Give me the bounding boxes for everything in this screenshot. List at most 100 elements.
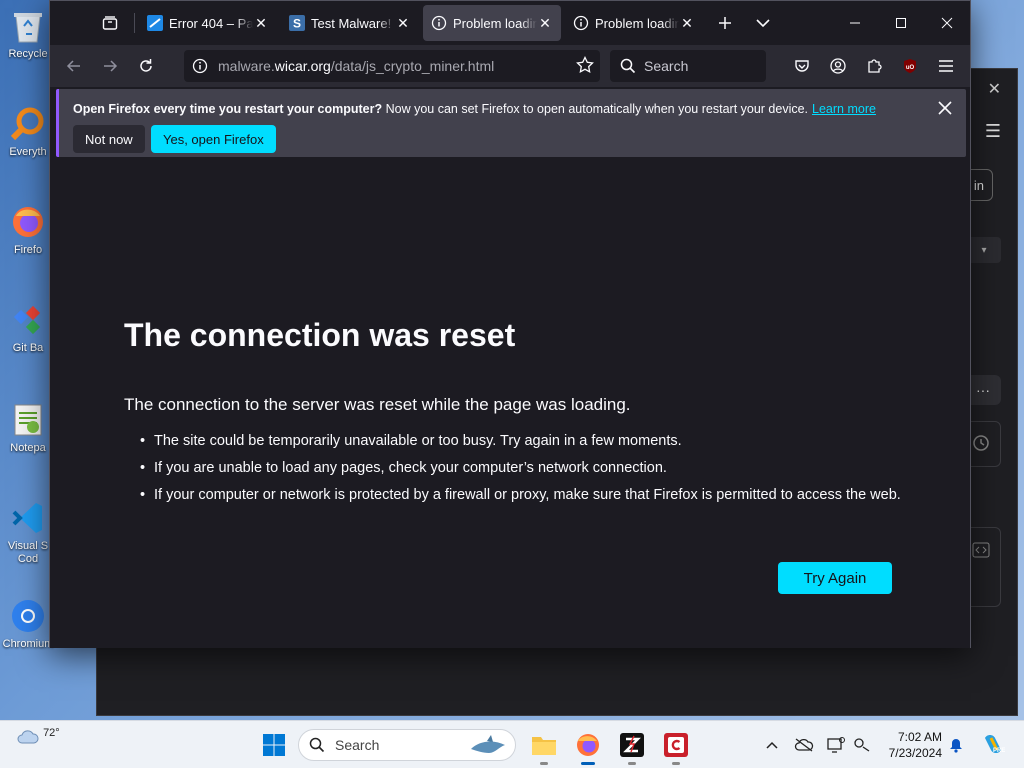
minimize-button[interactable] bbox=[832, 1, 878, 45]
taskbar-search[interactable]: Search bbox=[298, 729, 516, 761]
list-item: If your computer or network is protected… bbox=[140, 485, 914, 505]
puzzle-icon bbox=[868, 59, 882, 73]
notepad-icon bbox=[8, 400, 48, 440]
tab-title: Problem loading bbox=[453, 15, 537, 31]
tab-strip: Error 404 – Page ✕ S Test Malware! – ✕ P… bbox=[50, 1, 970, 45]
desktop-icon-label: Everyth bbox=[9, 146, 47, 158]
navigation-toolbar: malware. wicar.org/data/js_crypto_miner.h… bbox=[50, 45, 970, 87]
svg-text:uO: uO bbox=[906, 65, 915, 71]
back-button[interactable] bbox=[58, 50, 90, 82]
monitor-icon bbox=[827, 737, 845, 753]
forward-button[interactable] bbox=[94, 50, 126, 82]
info-icon bbox=[431, 15, 447, 31]
running-indicator bbox=[672, 762, 680, 765]
account-button[interactable] bbox=[822, 50, 854, 82]
clock-icon bbox=[973, 435, 989, 451]
desktop-icon-chromium[interactable]: Chromium bbox=[0, 596, 56, 650]
svg-text:S: S bbox=[293, 17, 301, 31]
reload-icon bbox=[140, 59, 152, 72]
search-bar[interactable]: Search bbox=[610, 50, 766, 82]
tab-problem-loading-active[interactable]: Problem loading ✕ bbox=[423, 5, 561, 41]
running-indicator bbox=[581, 762, 595, 765]
network-tray[interactable] bbox=[852, 735, 872, 755]
url-bar[interactable]: malware. wicar.org/data/js_crypto_miner.h… bbox=[184, 50, 600, 82]
system-clock[interactable]: 7:02 AM 7/23/2024 bbox=[880, 729, 942, 761]
error-page: The connection was reset The connection … bbox=[50, 159, 970, 648]
close-icon[interactable] bbox=[938, 99, 952, 120]
tab-title: Test Malware! – bbox=[311, 15, 395, 31]
minimize-icon bbox=[850, 22, 860, 24]
ublock-origin-button[interactable]: uO bbox=[894, 50, 926, 82]
display-tray[interactable] bbox=[826, 735, 846, 755]
start-button[interactable] bbox=[262, 733, 286, 762]
desktop-icon-firefox[interactable]: Firefo bbox=[0, 202, 56, 256]
yes-open-firefox-button[interactable]: Yes, open Firefox bbox=[151, 125, 276, 153]
notifications-button[interactable] bbox=[946, 735, 966, 755]
plus-icon bbox=[719, 17, 731, 29]
arrow-left-icon bbox=[66, 60, 80, 72]
desktop-icon-everything[interactable]: Everyth bbox=[0, 104, 56, 158]
tab-title: Error 404 – Page bbox=[169, 15, 253, 31]
close-icon[interactable]: ✕ bbox=[988, 79, 1001, 99]
pocket-icon bbox=[795, 60, 809, 72]
cloud-icon bbox=[17, 730, 39, 744]
c-app-icon bbox=[664, 733, 688, 757]
url-prefix: malware. bbox=[218, 58, 275, 74]
svg-text:PRE: PRE bbox=[993, 748, 1005, 754]
error-title: The connection was reset bbox=[124, 317, 516, 353]
taskbar-file-explorer[interactable] bbox=[528, 729, 560, 765]
maximize-icon bbox=[896, 18, 906, 28]
chevron-up-icon bbox=[766, 741, 778, 749]
taskbar-search-placeholder: Search bbox=[335, 737, 380, 753]
desktop-icon-notepad[interactable]: Notepa bbox=[0, 400, 56, 454]
desktop-icon-label: Visual S Cod bbox=[7, 540, 49, 565]
tab-title: Problem loading bbox=[595, 15, 679, 31]
account-icon bbox=[830, 58, 846, 74]
show-hidden-icons-button[interactable] bbox=[762, 735, 782, 755]
new-tab-button[interactable] bbox=[709, 7, 741, 39]
desktop-icon-label: Notepa bbox=[10, 442, 46, 454]
not-now-button[interactable]: Not now bbox=[73, 125, 145, 153]
site-info-icon[interactable] bbox=[192, 58, 208, 74]
tab-error-404[interactable]: Error 404 – Page ✕ bbox=[139, 5, 277, 41]
git-bash-icon bbox=[8, 300, 48, 340]
bookmark-star-icon[interactable] bbox=[576, 56, 594, 74]
desktop-icon-git-bash[interactable]: Git Ba bbox=[0, 300, 56, 354]
error-suggestions: The site could be temporarily unavailabl… bbox=[140, 431, 914, 512]
copilot-button[interactable]: PRE bbox=[980, 731, 1006, 757]
firefox-icon bbox=[577, 734, 599, 756]
weather-widget[interactable]: 72° bbox=[16, 727, 60, 745]
hamburger-menu-icon[interactable]: ☰ bbox=[985, 121, 1001, 142]
pocket-button[interactable] bbox=[786, 50, 818, 82]
clock-date: 7/23/2024 bbox=[888, 746, 942, 760]
taskbar-firefox[interactable] bbox=[572, 729, 604, 765]
list-item: If you are unable to load any pages, che… bbox=[140, 458, 914, 478]
learn-more-link[interactable]: Learn more bbox=[812, 102, 876, 116]
onedrive-tray[interactable] bbox=[794, 735, 814, 755]
vscode-icon bbox=[8, 498, 48, 538]
notification-bold-text: Open Firefox every time you restart your… bbox=[73, 102, 383, 116]
close-tab-icon[interactable]: ✕ bbox=[679, 15, 695, 31]
edge-blue-icon bbox=[147, 15, 163, 31]
tab-test-malware[interactable]: S Test Malware! – ✕ bbox=[281, 5, 419, 41]
list-all-tabs-button[interactable] bbox=[747, 7, 779, 39]
taskbar-c-app[interactable] bbox=[660, 729, 692, 765]
chevron-down-icon[interactable]: ▾ bbox=[967, 237, 1001, 263]
windows-logo-icon bbox=[263, 734, 285, 756]
hamburger-menu-icon bbox=[939, 60, 953, 72]
taskbar-zap[interactable] bbox=[616, 729, 648, 765]
close-tab-icon[interactable]: ✕ bbox=[537, 15, 553, 31]
maximize-button[interactable] bbox=[878, 1, 924, 45]
close-tab-icon[interactable]: ✕ bbox=[253, 15, 269, 31]
close-tab-icon[interactable]: ✕ bbox=[395, 15, 411, 31]
try-again-button[interactable]: Try Again bbox=[778, 562, 892, 594]
tab-problem-loading[interactable]: Problem loading ✕ bbox=[565, 5, 703, 41]
close-window-button[interactable] bbox=[924, 1, 970, 45]
reload-button[interactable] bbox=[130, 50, 162, 82]
firefox-view-button[interactable] bbox=[90, 5, 130, 41]
desktop-icon-vscode[interactable]: Visual S Cod bbox=[0, 498, 56, 566]
desktop-icon-recycle-bin[interactable]: Recycle bbox=[0, 6, 56, 60]
app-menu-button[interactable] bbox=[930, 50, 962, 82]
chromium-icon bbox=[8, 596, 48, 636]
extensions-button[interactable] bbox=[858, 50, 890, 82]
